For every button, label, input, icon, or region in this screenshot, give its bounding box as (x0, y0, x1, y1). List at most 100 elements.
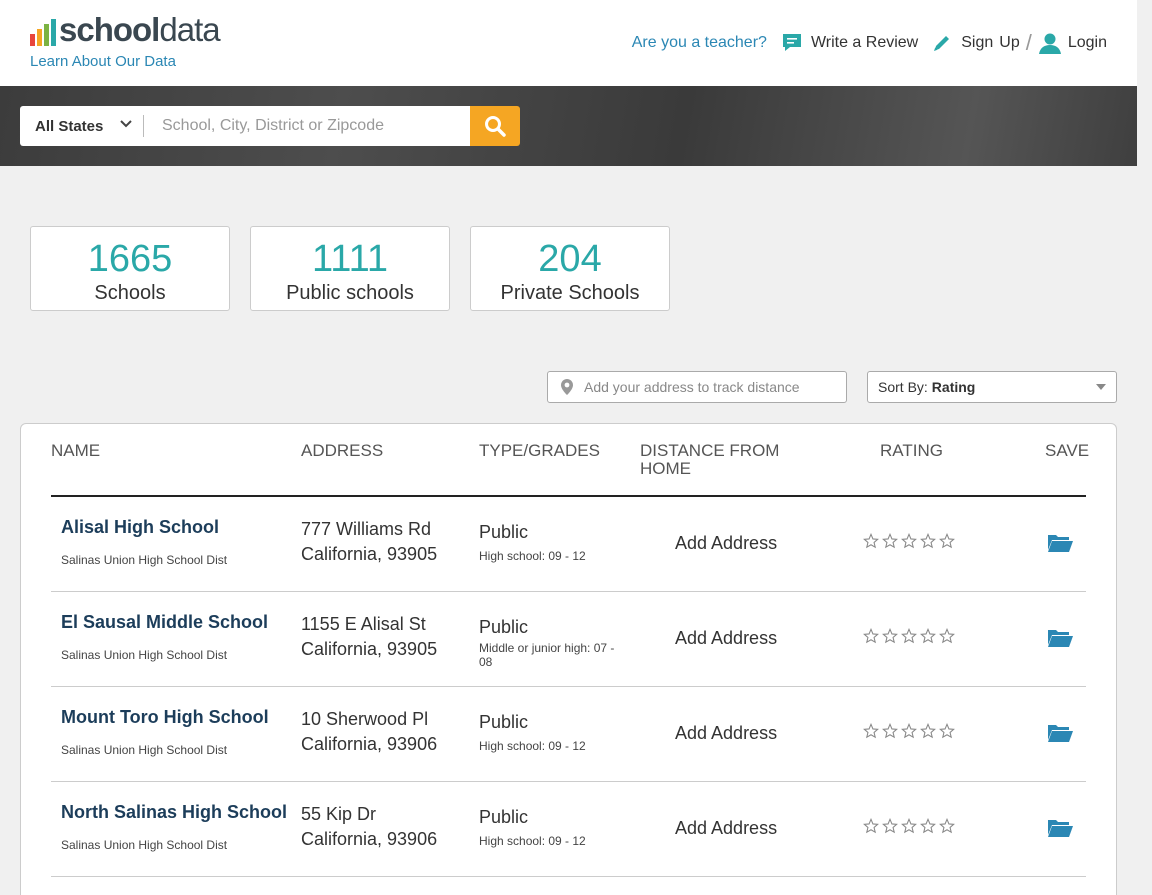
table-row: Mount Toro High School Salinas Union Hig… (51, 687, 1086, 782)
star-icon (901, 533, 917, 549)
stat-label: Public schools (286, 282, 414, 304)
grade-range: Middle or junior high: 07 - 08 (479, 641, 615, 669)
column-header-rating[interactable]: RATING (880, 442, 943, 460)
district-text: Salinas Union High School Dist (61, 553, 228, 567)
stat-value: 1665 (87, 238, 173, 280)
column-header-name[interactable]: NAME (51, 442, 100, 460)
school-type: Public (479, 522, 529, 542)
stat-value: 204 (538, 238, 602, 280)
write-review-link[interactable]: Write a Review (781, 32, 932, 54)
stat-label: Schools (94, 282, 166, 304)
save-folder-button[interactable] (1047, 628, 1074, 653)
school-name-link[interactable]: North Salinas High School (61, 802, 287, 823)
logo-bars-icon (30, 18, 56, 46)
street-address: 10 Sherwood Pl (301, 709, 429, 729)
site-logo[interactable]: schooldata (30, 11, 221, 48)
save-folder-button[interactable] (1047, 723, 1074, 748)
star-icon (901, 818, 917, 834)
top-nav: Are you a teacher? Write a Review Sign U… (632, 30, 1107, 56)
column-header-save: SAVE (1045, 441, 1090, 460)
nav-divider: / (1025, 30, 1032, 55)
grade-range: High school: 09 - 12 (479, 834, 586, 848)
search-banner: All States (0, 86, 1137, 166)
add-address-link[interactable]: Add Address (675, 723, 777, 744)
street-address: 55 Kip Dr (301, 804, 377, 824)
school-type: Public (479, 712, 529, 732)
learn-about-data-link[interactable]: Learn About Our Data (30, 53, 176, 70)
address-field[interactable] (547, 371, 847, 403)
district-text: Salinas Union High School Dist (61, 838, 228, 852)
state-select[interactable]: All States (20, 106, 144, 146)
sort-label: Sort By: (878, 379, 928, 395)
star-icon (863, 723, 879, 739)
sort-select[interactable]: Sort By: Rating (867, 371, 1117, 403)
teacher-link[interactable]: Are you a teacher? (632, 34, 767, 52)
folder-icon (1048, 820, 1073, 837)
city-state-zip: California, 93906 (301, 829, 438, 849)
star-icon (882, 818, 898, 834)
star-icon (939, 818, 955, 834)
rating-stars (863, 533, 955, 549)
login-label: Login (1067, 34, 1107, 51)
search-bar: All States (20, 106, 520, 146)
star-icon (882, 628, 898, 644)
sort-value: Rating (931, 379, 976, 395)
save-folder-button[interactable] (1047, 818, 1074, 843)
folder-icon (1048, 630, 1073, 647)
stat-card-private-schools: 204 Private Schools (470, 226, 670, 311)
school-name-link[interactable]: Alisal High School (61, 517, 219, 538)
stat-value: 1111 (311, 238, 389, 280)
column-header-distance-line2: HOME (640, 459, 691, 478)
star-icon (920, 533, 936, 549)
up-label: Up (999, 34, 1020, 51)
star-icon (920, 723, 936, 739)
add-address-link[interactable]: Add Address (675, 533, 777, 554)
site-header: schooldata Learn About Our Data Are you … (0, 0, 1137, 86)
school-table: NAME ADDRESS TYPE/GRADES DISTANCE FROM H… (20, 423, 1117, 895)
star-icon (939, 533, 955, 549)
star-icon (863, 628, 879, 644)
star-icon (920, 818, 936, 834)
chevron-down-icon (120, 120, 132, 128)
star-icon (920, 628, 936, 644)
pencil-icon (934, 36, 950, 51)
folder-icon (1048, 725, 1073, 742)
stat-card-schools: 1665 Schools (30, 226, 230, 311)
school-name-link[interactable]: El Sausal Middle School (61, 612, 268, 633)
street-address: 777 Williams Rd (301, 519, 432, 539)
star-icon (863, 818, 879, 834)
stat-label: Private Schools (500, 282, 640, 304)
user-icon (1038, 33, 1061, 54)
column-header-type[interactable]: TYPE/GRADES (479, 442, 600, 460)
logo-wordmark: schooldata (59, 11, 221, 48)
street-address: 1155 E Alisal St (301, 614, 426, 634)
add-address-link[interactable]: Add Address (675, 628, 777, 649)
search-input[interactable] (144, 106, 470, 146)
grade-range: High school: 09 - 12 (479, 549, 586, 563)
rating-stars (863, 818, 955, 834)
star-icon (939, 723, 955, 739)
stat-card-public-schools: 1111 Public schools (250, 226, 450, 311)
school-name-link[interactable]: Mount Toro High School (61, 707, 269, 728)
search-button[interactable] (470, 106, 520, 146)
star-icon (882, 723, 898, 739)
city-state-zip: California, 93905 (301, 544, 438, 564)
star-icon (939, 628, 955, 644)
table-row: North Salinas High School Salinas Union … (51, 782, 1086, 877)
save-folder-button[interactable] (1047, 533, 1074, 558)
column-header-distance[interactable]: DISTANCE FROM HOME (640, 442, 779, 478)
sign-label: Sign (961, 34, 994, 51)
search-icon (485, 116, 506, 137)
rating-stars (863, 723, 955, 739)
column-header-address[interactable]: ADDRESS (301, 442, 383, 460)
login-link[interactable]: Login (1038, 31, 1107, 55)
star-icon (901, 628, 917, 644)
add-address-link[interactable]: Add Address (675, 818, 777, 839)
star-icon (863, 533, 879, 549)
district-text: Salinas Union High School Dist (61, 743, 228, 757)
folder-icon (1048, 535, 1073, 552)
caret-down-icon (1096, 384, 1106, 390)
city-state-zip: California, 93906 (301, 734, 438, 754)
address-input[interactable] (584, 379, 834, 395)
sign-up-link[interactable]: Sign Up (932, 33, 1020, 53)
